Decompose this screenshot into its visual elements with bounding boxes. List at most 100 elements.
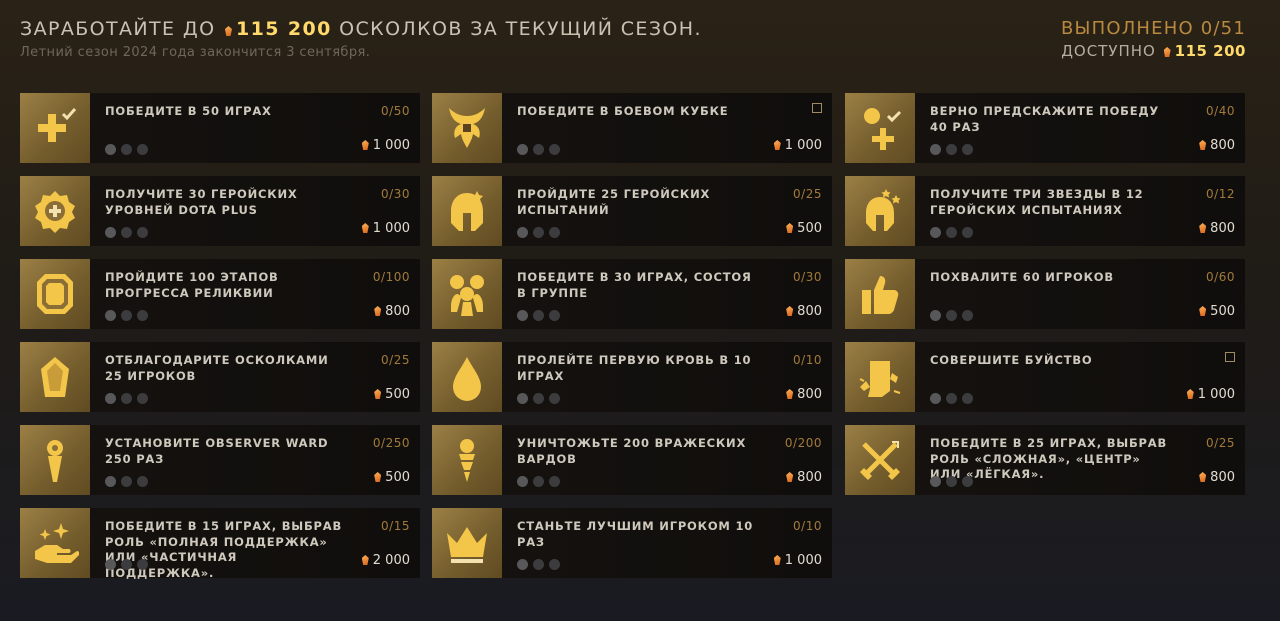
quest-card[interactable]: УСТАНОВИТЕ OBSERVER WARD 250 РАЗ 0/250 5… (20, 425, 420, 495)
quest-reward: 800 (1197, 138, 1235, 153)
star-dot (946, 393, 957, 404)
shard-icon (1186, 389, 1194, 399)
quest-card[interactable]: СТАНЬТЕ ЛУЧШИМ ИГРОКОМ 10 РАЗ 0/10 1 000 (432, 508, 832, 578)
quest-icon-tile (845, 425, 915, 495)
reward-amount: 800 (385, 304, 410, 319)
quest-card[interactable]: ПРОЙДИТЕ 100 ЭТАПОВ ПРОГРЕССА РЕЛИКВИИ 0… (20, 259, 420, 329)
shard-icon (374, 472, 382, 482)
quest-title: УСТАНОВИТЕ OBSERVER WARD 250 РАЗ (105, 436, 329, 466)
quest-card[interactable]: ПОБЕДИТЕ В 30 ИГРАХ, СОСТОЯ В ГРУППЕ 0/3… (432, 259, 832, 329)
quest-icon-tile (845, 342, 915, 412)
shard-icon (786, 306, 794, 316)
quest-title: СОВЕРШИТЕ БУЙСТВО (930, 353, 1093, 367)
observer-ward-icon (47, 440, 63, 482)
shard-icon (224, 26, 232, 36)
reward-amount: 500 (797, 221, 822, 236)
quest-progress: 0/10 (793, 353, 822, 367)
reward-amount: 500 (385, 387, 410, 402)
reward-amount: 2 000 (372, 553, 410, 568)
quest-progress: 0/250 (372, 436, 410, 450)
quest-reward: 500 (1197, 304, 1235, 319)
quest-progress: 0/60 (1206, 270, 1235, 284)
quest-card[interactable]: ПОБЕДИТЕ В 15 ИГРАХ, ВЫБРАВ РОЛЬ «ПОЛНАЯ… (20, 508, 420, 580)
quest-title: ПОХВАЛИТЕ 60 ИГРОКОВ (930, 270, 1114, 284)
star-dot (517, 476, 528, 487)
crown-icon (447, 527, 487, 563)
title-prefix: ЗАРАБОТАЙТЕ ДО (20, 18, 216, 40)
reward-amount: 800 (797, 304, 822, 319)
quest-card[interactable]: ПОБЕДИТЕ В 25 ИГРАХ, ВЫБРАВ РОЛЬ «СЛОЖНА… (845, 425, 1245, 495)
quest-icon-tile (20, 508, 90, 578)
quest-icon-tile (432, 425, 502, 495)
star-dot (137, 559, 148, 570)
quest-icon-tile (845, 93, 915, 163)
star-dot (121, 144, 132, 155)
reward-amount: 800 (1210, 470, 1235, 485)
page-title: ЗАРАБОТАЙТЕ ДО 115 200 ОСКОЛКОВ ЗА ТЕКУЩ… (20, 18, 702, 40)
shard-tip-icon (41, 357, 69, 397)
shard-icon (1163, 47, 1171, 57)
quest-star-dots (517, 306, 565, 321)
quest-icon-tile (432, 93, 502, 163)
star-dot (533, 310, 544, 321)
quest-reward: 500 (372, 470, 410, 485)
star-dot (930, 144, 941, 155)
quest-star-dots (517, 389, 565, 404)
quest-icon-tile (20, 176, 90, 246)
star-dot (121, 310, 132, 321)
quest-icon-tile (845, 176, 915, 246)
quest-card[interactable]: ПОХВАЛИТЕ 60 ИГРОКОВ 0/60 500 (845, 259, 1245, 329)
quest-star-dots (930, 223, 978, 238)
season-end-text: Летний сезон 2024 года закончится 3 сент… (20, 45, 371, 60)
quest-card[interactable]: ПРОЙДИТЕ 25 ГЕРОЙСКИХ ИСПЫТАНИЙ 0/25 500 (432, 176, 832, 246)
star-dot (946, 476, 957, 487)
quest-title: ПОБЕДИТЕ В 50 ИГРАХ (105, 104, 272, 118)
available-amount: 115 200 (1174, 42, 1246, 60)
star-dot (946, 227, 957, 238)
quest-card[interactable]: ПОБЕДИТЕ В 50 ИГРАХ 0/50 1 000 (20, 93, 420, 163)
star-dot (930, 227, 941, 238)
star-dot (533, 559, 544, 570)
quest-star-dots (517, 223, 565, 238)
quest-title: ОТБЛАГОДАРИТЕ ОСКОЛКАМИ 25 ИГРОКОВ (105, 353, 329, 383)
shard-icon (773, 140, 781, 150)
quest-progress: 0/200 (784, 436, 822, 450)
star-dot (962, 227, 973, 238)
quest-checkbox (812, 103, 822, 113)
quest-progress: 0/10 (793, 519, 822, 533)
quest-card[interactable]: СОВЕРШИТЕ БУЙСТВО 1 000 (845, 342, 1245, 412)
reward-amount: 800 (797, 470, 822, 485)
quest-star-dots (517, 555, 565, 570)
star-dot (549, 559, 560, 570)
quest-reward: 500 (784, 221, 822, 236)
star-dot (137, 144, 148, 155)
season-summary: ВЫПОЛНЕНО 0/51 ДОСТУПНО 115 200 (1061, 18, 1246, 60)
party-icon (450, 275, 484, 316)
star-dot (137, 476, 148, 487)
star-dot (517, 393, 528, 404)
shard-icon (361, 223, 369, 233)
shard-icon (361, 555, 369, 565)
star-dot (105, 476, 116, 487)
quest-progress: 0/25 (381, 353, 410, 367)
quest-card[interactable]: ВЕРНО ПРЕДСКАЖИТЕ ПОБЕДУ 40 РАЗ 0/40 800 (845, 93, 1245, 163)
deward-icon (459, 439, 475, 482)
rampage-icon (859, 361, 901, 397)
quest-progress: 0/100 (372, 270, 410, 284)
quest-title: ПОБЕДИТЕ В 15 ИГРАХ, ВЫБРАВ РОЛЬ «ПОЛНАЯ… (105, 519, 343, 580)
quest-card[interactable]: ОТБЛАГОДАРИТЕ ОСКОЛКАМИ 25 ИГРОКОВ 0/25 … (20, 342, 420, 412)
quest-reward: 1 000 (1185, 387, 1235, 402)
quest-title: СТАНЬТЕ ЛУЧШИМ ИГРОКОМ 10 РАЗ (517, 519, 754, 549)
quest-card[interactable]: ПОЛУЧИТЕ ТРИ ЗВЕЗДЫ В 12 ГЕРОЙСКИХ ИСПЫТ… (845, 176, 1245, 246)
star-dot (962, 144, 973, 155)
quest-reward: 2 000 (360, 553, 410, 568)
quest-card[interactable]: ПРОЛЕЙТЕ ПЕРВУЮ КРОВЬ В 10 ИГРАХ 0/10 80… (432, 342, 832, 412)
quest-card[interactable]: УНИЧТОЖЬТЕ 200 ВРАЖЕСКИХ ВАРДОВ 0/200 80… (432, 425, 832, 495)
quest-icon-tile (432, 508, 502, 578)
quest-card[interactable]: ПОБЕДИТЕ В БОЕВОМ КУБКЕ 1 000 (432, 93, 832, 163)
quest-reward: 500 (372, 387, 410, 402)
star-dot (137, 227, 148, 238)
reward-amount: 500 (385, 470, 410, 485)
quest-icon-tile (432, 342, 502, 412)
quest-card[interactable]: ПОЛУЧИТЕ 30 ГЕРОЙСКИХ УРОВНЕЙ DOTA PLUS … (20, 176, 420, 246)
